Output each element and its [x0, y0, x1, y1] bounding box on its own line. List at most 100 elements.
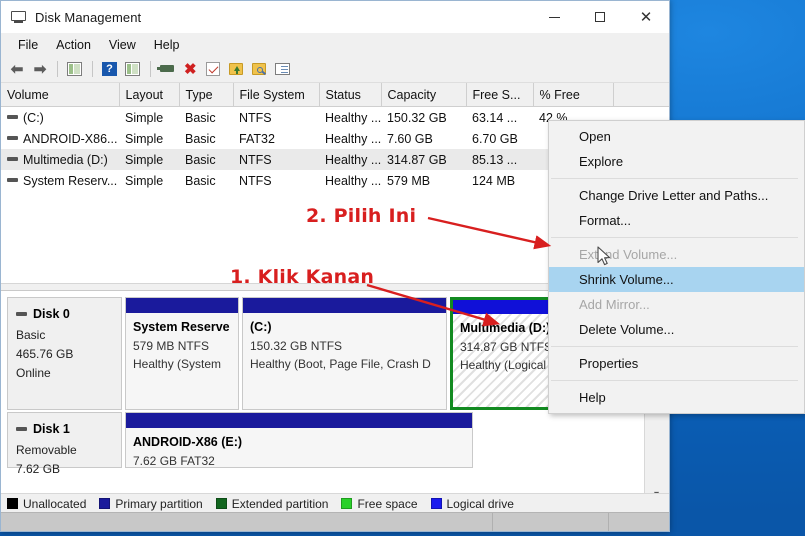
- menu-item-explore[interactable]: Explore: [549, 149, 804, 174]
- cell-volume: (C:): [1, 107, 119, 129]
- disk-management-icon: [11, 9, 27, 25]
- cell-layout: Simple: [125, 173, 164, 188]
- partition-c[interactable]: (C:) 150.32 GB NTFS Healthy (Boot, Page …: [242, 297, 447, 410]
- cell-fs: NTFS: [233, 149, 319, 170]
- menu-item-format[interactable]: Format...: [549, 208, 804, 233]
- menu-file[interactable]: File: [9, 36, 47, 54]
- delete-icon[interactable]: ✖: [181, 60, 201, 79]
- export-list-icon[interactable]: [227, 60, 247, 79]
- volume-label: System Reserv...: [23, 173, 118, 188]
- menu-help[interactable]: Help: [145, 36, 189, 54]
- menu-item-delete-volume[interactable]: Delete Volume...: [549, 317, 804, 342]
- partition-color-bar: [126, 298, 238, 313]
- status-bar: [1, 512, 669, 531]
- toolbar-separator: [92, 61, 93, 77]
- disk-icon: [16, 311, 27, 316]
- disk-header[interactable]: Disk 1 Removable 7.62 GB: [7, 412, 122, 476]
- menu-action[interactable]: Action: [47, 36, 100, 54]
- view-list-icon[interactable]: [273, 60, 293, 79]
- cell-type: Basic: [185, 110, 216, 125]
- disk-type: Removable: [16, 443, 77, 458]
- cell-free: 6.70 GB: [472, 131, 518, 146]
- cell-status: Healthy ...: [325, 173, 381, 188]
- context-menu[interactable]: Open Explore Change Drive Letter and Pat…: [548, 120, 805, 414]
- cell-volume: Multimedia (D:): [1, 149, 119, 170]
- cell-layout: Simple: [125, 131, 164, 146]
- partition-label: (C:): [250, 320, 272, 334]
- cell-fs: NTFS: [239, 173, 272, 188]
- mouse-pointer: [597, 246, 611, 266]
- show-hide-action-pane-icon[interactable]: [123, 60, 143, 79]
- annotation-step-2: 2. Pilih Ini: [306, 205, 417, 227]
- help-icon[interactable]: ?: [100, 60, 120, 79]
- minimize-button[interactable]: [531, 1, 577, 33]
- cell-status: Healthy ...: [325, 110, 381, 125]
- cell-fs: NTFS: [239, 110, 272, 125]
- col-status[interactable]: Status: [319, 83, 382, 107]
- cell-free: 124 MB: [472, 173, 516, 188]
- cell-free: 85.13 ...: [466, 149, 533, 170]
- legend-bar: Unallocated Primary partition Extended p…: [1, 493, 669, 513]
- menu-view[interactable]: View: [100, 36, 145, 54]
- close-button[interactable]: ✕: [623, 1, 669, 33]
- partition-strip: ANDROID-X86 (E:) 7.62 GB FAT32: [122, 412, 645, 472]
- menu-separator: [551, 237, 798, 238]
- cell-volume: ANDROID-X86...: [1, 128, 119, 149]
- col-volume[interactable]: Volume: [1, 83, 120, 107]
- cell-free: 63.14 ...: [472, 110, 518, 125]
- volume-icon: [7, 136, 18, 141]
- partition-size-fs: 579 MB NTFS: [133, 338, 210, 353]
- volume-label: (C:): [23, 110, 44, 125]
- cell-capacity: 150.32 GB: [387, 110, 447, 125]
- partition-info: ANDROID-X86 (E:) 7.62 GB FAT32: [126, 428, 472, 467]
- disk-row[interactable]: Disk 1 Removable 7.62 GB ANDROID-X86 (E:…: [1, 410, 645, 476]
- disk-icon: [16, 426, 27, 431]
- partition-size-fs: 150.32 GB NTFS: [250, 338, 343, 353]
- cell-type: Basic: [185, 173, 216, 188]
- volume-icon: [7, 178, 18, 183]
- legend-item-primary-partition: Primary partition: [99, 497, 203, 511]
- menu-item-open[interactable]: Open: [549, 124, 804, 149]
- col-type[interactable]: Type: [179, 83, 234, 107]
- menu-item-change-drive-letter[interactable]: Change Drive Letter and Paths...: [549, 183, 804, 208]
- partition-android-x86-e[interactable]: ANDROID-X86 (E:) 7.62 GB FAT32: [125, 412, 473, 468]
- show-hide-console-tree-icon[interactable]: [65, 60, 85, 79]
- properties-icon[interactable]: [204, 60, 224, 79]
- col-file-system[interactable]: File System: [233, 83, 320, 107]
- legend-item-unallocated: Unallocated: [7, 497, 86, 511]
- volume-icon: [7, 115, 18, 120]
- partition-system-reserved[interactable]: System Reserve 579 MB NTFS Healthy (Syst…: [125, 297, 239, 410]
- table-header-row: Volume Layout Type File System Status Ca…: [1, 83, 669, 107]
- maximize-button[interactable]: [577, 1, 623, 33]
- status-segment: [608, 513, 669, 531]
- legend-label: Extended partition: [231, 496, 329, 511]
- cell-layout: Simple: [125, 110, 164, 125]
- cell-fs: FAT32: [239, 131, 275, 146]
- toolbar-separator: [57, 61, 58, 77]
- menu-separator: [551, 178, 798, 179]
- disk-name: Disk 1: [33, 422, 70, 436]
- menu-separator: [551, 380, 798, 381]
- partition-size-fs: 7.62 GB FAT32: [133, 453, 215, 467]
- col-percent-free[interactable]: % Free: [533, 83, 614, 107]
- title-bar[interactable]: Disk Management ✕: [1, 1, 669, 33]
- col-capacity[interactable]: Capacity: [381, 83, 467, 107]
- disk-size: 465.76 GB: [16, 346, 74, 361]
- explore-icon[interactable]: [250, 60, 270, 79]
- forward-icon[interactable]: ➡: [30, 60, 50, 79]
- partition-status: Healthy (Boot, Page File, Crash D: [250, 356, 431, 371]
- disk-header[interactable]: Disk 0 Basic 465.76 GB Online: [7, 297, 122, 410]
- menu-item-extend-volume: Extend Volume...: [579, 247, 678, 262]
- cell-capacity: 314.87 GB: [381, 149, 466, 170]
- menu-item-help[interactable]: Help: [549, 385, 804, 410]
- partition-label: ANDROID-X86 (E:): [133, 435, 243, 449]
- cell-type: Basic: [179, 149, 233, 170]
- rescan-disks-icon[interactable]: [157, 60, 178, 79]
- back-icon[interactable]: ⬅: [7, 60, 27, 79]
- col-free-space[interactable]: Free S...: [466, 83, 534, 107]
- menu-item-properties[interactable]: Properties: [549, 351, 804, 376]
- legend-label: Free space: [357, 496, 418, 511]
- col-layout[interactable]: Layout: [119, 83, 180, 107]
- menu-separator: [551, 346, 798, 347]
- menu-item-shrink-volume[interactable]: Shrink Volume...: [549, 267, 804, 292]
